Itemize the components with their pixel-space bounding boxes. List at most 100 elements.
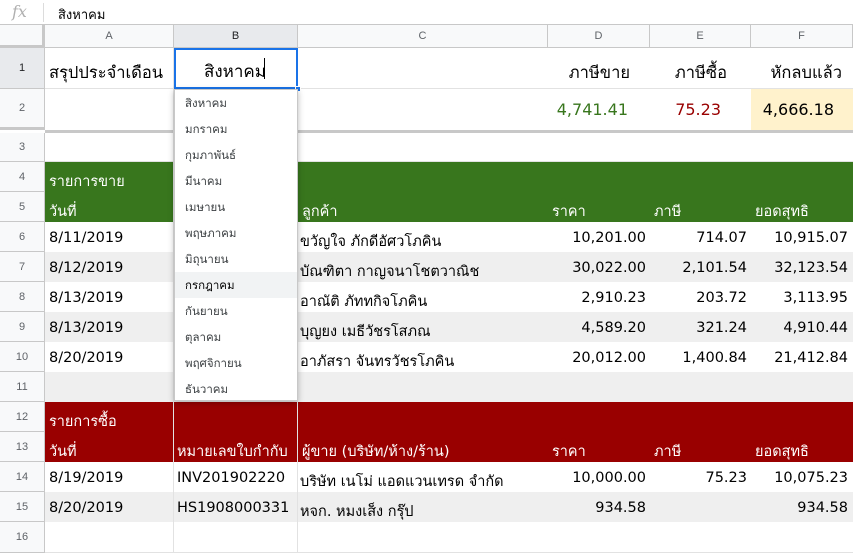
column-header-e[interactable]: E <box>650 25 751 48</box>
purchase-vendor: หจก. หมงเส็ง กรุ๊ป <box>300 504 414 520</box>
row-header-11[interactable]: 11 <box>0 372 45 402</box>
row-number: 11 <box>16 380 28 393</box>
dropdown-option[interactable]: สิงหาคม <box>175 90 297 116</box>
column-header-a[interactable]: A <box>45 25 174 48</box>
sales-date: 8/13/2019 <box>49 290 124 306</box>
row-header-3[interactable]: 3 <box>0 133 45 162</box>
row-number: 10 <box>15 350 29 363</box>
month-dropdown[interactable]: สิงหาคม มกราคม กุมภาพันธ์ มีนาคม เมษายน … <box>174 89 298 401</box>
sales-customer: บัณฑิตา กาญจนาโชตวาณิช <box>300 264 480 280</box>
dropdown-option-highlighted[interactable]: กรกฎาคม <box>175 272 297 298</box>
table-row-stripe <box>45 492 853 522</box>
purchase-date: 8/19/2019 <box>49 470 124 486</box>
row-header-7[interactable]: 7 <box>0 252 45 282</box>
frozen-row-divider <box>45 130 853 133</box>
select-all-corner[interactable] <box>0 25 45 48</box>
sales-total: 10,915.07 <box>774 230 848 246</box>
dropdown-option[interactable]: พฤศจิกายน <box>175 350 297 376</box>
row-header-6[interactable]: 6 <box>0 222 45 252</box>
sales-header-tax: ภาษี <box>654 204 682 220</box>
dropdown-option[interactable]: มีนาคม <box>175 168 297 194</box>
dropdown-option[interactable]: ตุลาคม <box>175 324 297 350</box>
row-number: 2 <box>18 102 26 114</box>
column-header-d[interactable]: D <box>548 25 650 48</box>
formula-bar: fx สิงหาคม <box>0 0 853 25</box>
sales-price: 4,589.20 <box>581 320 646 336</box>
column-header-b[interactable]: B <box>174 25 298 48</box>
formula-input[interactable]: สิงหาคม <box>58 4 105 25</box>
row-number: 13 <box>15 440 29 453</box>
net-value: 4,666.18 <box>762 100 834 119</box>
purchase-total: 934.58 <box>797 500 848 516</box>
sales-tax: 2,101.54 <box>682 260 747 276</box>
row-header-16[interactable]: 16 <box>0 522 45 553</box>
summary-title: สรุปประจำเดือน <box>49 63 164 82</box>
sales-customer: บุญยง เมธีวัชรโสภณ <box>300 324 431 340</box>
dropdown-option[interactable]: เมษายน <box>175 194 297 220</box>
sales-tax: 714.07 <box>696 230 747 246</box>
sales-customer: ขวัญใจ ภักดีอัศวโภคิน <box>300 234 442 250</box>
sales-tax: 1,400.84 <box>682 350 747 366</box>
table-row-stripe <box>45 372 853 402</box>
sales-header-band <box>45 162 853 222</box>
column-header-c[interactable]: C <box>298 25 548 48</box>
sales-tax: 203.72 <box>696 290 747 306</box>
dropdown-option[interactable]: พฤษภาคม <box>175 220 297 246</box>
row-number: 1 <box>18 62 26 74</box>
column-header-f[interactable]: F <box>751 25 853 48</box>
purchase-date: 8/20/2019 <box>49 500 124 516</box>
sales-date: 8/13/2019 <box>49 320 124 336</box>
row-header-2[interactable]: 2 <box>0 89 45 130</box>
row-number: 16 <box>15 531 29 543</box>
row-header-8[interactable]: 8 <box>0 282 45 312</box>
purchase-header-date: วันที่ <box>49 444 77 460</box>
sales-customer: อาณัติ ภัททกิจโภคิน <box>300 294 428 310</box>
row-header-12[interactable]: 12 <box>0 402 45 432</box>
sales-header-price: ราคา <box>552 204 586 220</box>
row-number: 3 <box>18 141 26 153</box>
row-number: 8 <box>18 290 26 303</box>
purchase-header-tax: ภาษี <box>654 444 682 460</box>
text-caret <box>264 58 265 79</box>
sales-tax-label: ภาษีขาย <box>568 63 630 82</box>
sales-tax: 321.24 <box>696 320 747 336</box>
sales-date: 8/20/2019 <box>49 350 124 366</box>
purchase-tax-label: ภาษีซื้อ <box>674 63 727 82</box>
row-number: 12 <box>15 410 29 423</box>
sales-header-date: วันที่ <box>49 204 77 220</box>
sales-price: 30,022.00 <box>572 260 646 276</box>
sales-customer: อาภัสรา จันทรวัชรโภคิน <box>300 354 455 370</box>
row-header-9[interactable]: 9 <box>0 312 45 342</box>
row-header-14[interactable]: 14 <box>0 462 45 492</box>
sales-total: 4,910.44 <box>783 320 848 336</box>
row-header-15[interactable]: 15 <box>0 492 45 522</box>
dropdown-option[interactable]: กันยายน <box>175 298 297 324</box>
row-number: 15 <box>15 500 29 513</box>
dropdown-option[interactable]: มกราคม <box>175 116 297 142</box>
row-number: 6 <box>18 230 26 243</box>
purchase-section-title: รายการซื้อ <box>49 414 117 430</box>
sales-header-total: ยอดสุทธิ <box>755 204 809 220</box>
sales-total: 32,123.54 <box>774 260 848 276</box>
purchase-header-vendor: ผู้ขาย (บริษัท/ห้าง/ร้าน) <box>302 444 450 460</box>
purchase-tax: 75.23 <box>705 470 747 486</box>
row-header-4[interactable]: 4 <box>0 162 45 192</box>
net-label: หักลบแล้ว <box>770 63 842 82</box>
dropdown-option[interactable]: มิถุนายน <box>175 246 297 272</box>
grid-line <box>45 161 853 162</box>
row-header-1[interactable]: 1 <box>0 48 45 89</box>
purchase-total: 10,075.23 <box>774 470 848 486</box>
sales-total: 21,412.84 <box>774 350 848 366</box>
sales-price: 10,201.00 <box>572 230 646 246</box>
row-header-5[interactable]: 5 <box>0 192 45 222</box>
dropdown-option[interactable]: ธันวาคม <box>175 376 297 402</box>
sales-date: 8/11/2019 <box>49 230 124 246</box>
dropdown-option[interactable]: กุมภาพันธ์ <box>175 142 297 168</box>
purchase-price: 934.58 <box>595 500 646 516</box>
purchase-invoice: HS1908000331 <box>177 500 290 516</box>
sales-date: 8/12/2019 <box>49 260 124 276</box>
row-header-13[interactable]: 13 <box>0 432 45 462</box>
row-header-10[interactable]: 10 <box>0 342 45 372</box>
month-select-cell[interactable]: สิงหาคม <box>174 48 298 89</box>
row-number: 4 <box>18 170 26 183</box>
